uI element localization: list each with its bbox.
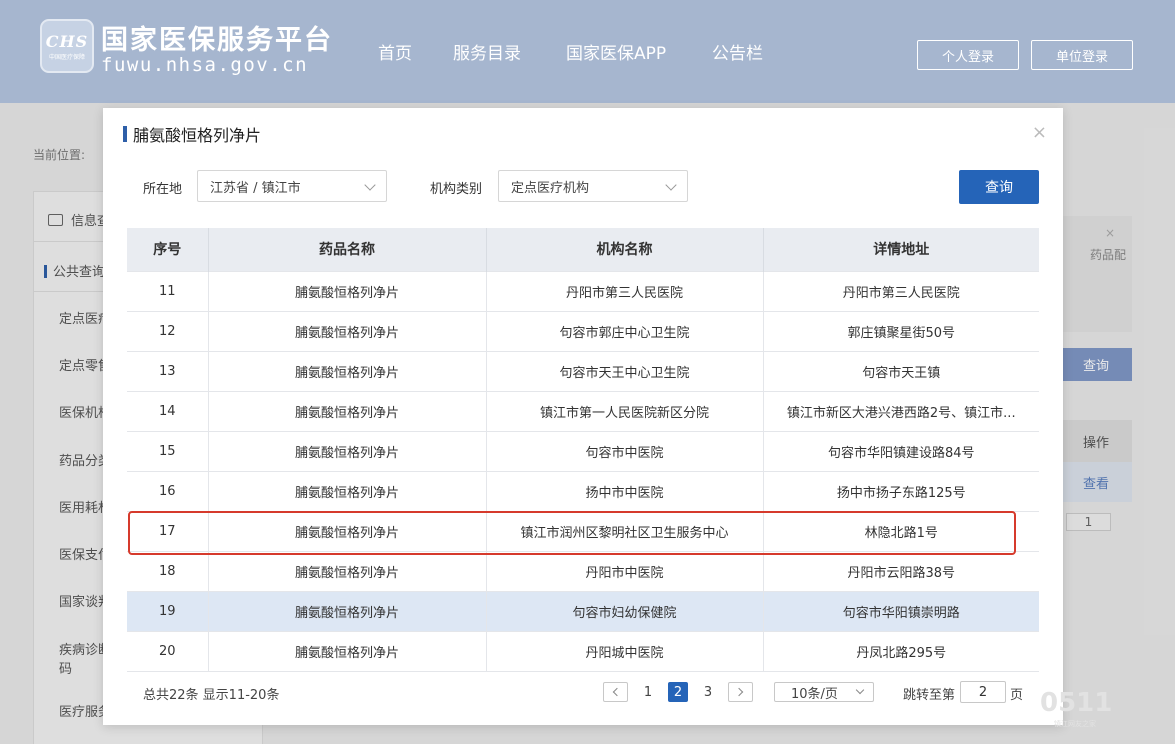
site-domain: fuwu.nhsa.gov.cn bbox=[101, 54, 309, 76]
cell-institution: 镇江市润州区黎明社区卫生服务中心 bbox=[486, 510, 764, 551]
cell-no: 15 bbox=[127, 430, 209, 471]
table-row[interactable]: 13 脯氨酸恒格列净片 句容市天王中心卫生院 句容市天王镇 bbox=[127, 350, 1039, 391]
nav-notice-board[interactable]: 公告栏 bbox=[712, 39, 763, 64]
cell-no: 12 bbox=[127, 310, 209, 351]
cell-drug: 脯氨酸恒格列净片 bbox=[208, 390, 487, 431]
nav-home[interactable]: 首页 bbox=[378, 39, 412, 64]
location-label: 所在地 bbox=[143, 182, 183, 197]
page-number-2-current[interactable]: 2 bbox=[668, 682, 688, 702]
table-row[interactable]: 15 脯氨酸恒格列净片 句容市中医院 句容市华阳镇建设路84号 bbox=[127, 430, 1039, 471]
cell-no: 19 bbox=[127, 590, 209, 631]
site-header: CHS 中国医疗保障 国家医保服务平台 fuwu.nhsa.gov.cn 首页 … bbox=[0, 0, 1175, 103]
cell-drug: 脯氨酸恒格列净片 bbox=[208, 550, 487, 591]
cell-address: 丹阳市云阳路38号 bbox=[763, 550, 1039, 591]
close-icon[interactable]: × bbox=[1032, 122, 1047, 143]
cell-institution: 扬中市中医院 bbox=[486, 470, 764, 511]
cell-institution: 句容市天王中心卫生院 bbox=[486, 350, 764, 391]
query-button[interactable]: 查询 bbox=[959, 170, 1039, 204]
cell-address: 林隐北路1号 bbox=[763, 510, 1039, 551]
table-row-highlighted[interactable]: 17 脯氨酸恒格列净片 镇江市润州区黎明社区卫生服务中心 林隐北路1号 bbox=[127, 510, 1039, 551]
watermark-sub: 镇江网友之家 bbox=[1054, 720, 1096, 728]
cell-address: 扬中市扬子东路125号 bbox=[763, 470, 1039, 511]
modal-title-text: 脯氨酸恒格列净片 bbox=[133, 126, 262, 145]
chevron-right-icon bbox=[734, 687, 744, 697]
cell-drug: 脯氨酸恒格列净片 bbox=[208, 310, 487, 351]
location-select-value: 江苏省 / 镇江市 bbox=[210, 180, 301, 196]
cell-no: 17 bbox=[127, 510, 209, 551]
cell-institution: 丹阳市中医院 bbox=[486, 550, 764, 591]
jump-to-page-input[interactable] bbox=[960, 681, 1006, 703]
cell-address: 句容市华阳镇崇明路 bbox=[763, 590, 1039, 631]
cell-address: 句容市天王镇 bbox=[763, 350, 1039, 391]
cell-institution: 句容市妇幼保健院 bbox=[486, 590, 764, 631]
table-row[interactable]: 18 脯氨酸恒格列净片 丹阳市中医院 丹阳市云阳路38号 bbox=[127, 550, 1039, 591]
next-page-button[interactable] bbox=[728, 682, 753, 702]
column-header-institution: 机构名称 bbox=[486, 228, 764, 271]
column-header-drug: 药品名称 bbox=[208, 228, 487, 271]
column-header-address: 详情地址 bbox=[763, 228, 1039, 271]
cell-institution: 句容市郭庄中心卫生院 bbox=[486, 310, 764, 351]
nav-service-catalog[interactable]: 服务目录 bbox=[453, 39, 521, 64]
page-number-1[interactable]: 1 bbox=[638, 682, 658, 702]
cell-drug: 脯氨酸恒格列净片 bbox=[208, 270, 487, 311]
modal-title: 脯氨酸恒格列净片 bbox=[123, 122, 261, 146]
pagination-total: 总共22条 显示11-20条 bbox=[143, 688, 280, 703]
cell-no: 20 bbox=[127, 630, 209, 672]
cell-address: 丹凤北路295号 bbox=[763, 630, 1039, 672]
cell-institution: 丹阳城中医院 bbox=[486, 630, 764, 672]
table-row[interactable]: 20 脯氨酸恒格列净片 丹阳城中医院 丹凤北路295号 bbox=[127, 630, 1039, 672]
chevron-down-icon bbox=[665, 179, 677, 191]
site-logo[interactable]: CHS 中国医疗保障 bbox=[40, 19, 94, 73]
cell-no: 16 bbox=[127, 470, 209, 511]
chevron-down-icon bbox=[855, 685, 865, 695]
table-row[interactable]: 16 脯氨酸恒格列净片 扬中市中医院 扬中市扬子东路125号 bbox=[127, 470, 1039, 511]
institution-table: 序号 药品名称 机构名称 详情地址 11 脯氨酸恒格列净片 丹阳市第三人民医院 … bbox=[127, 228, 1039, 672]
cell-address: 丹阳市第三人民医院 bbox=[763, 270, 1039, 311]
cell-address: 镇江市新区大港兴港西路2号、镇江市... bbox=[763, 390, 1039, 431]
table-row[interactable]: 11 脯氨酸恒格列净片 丹阳市第三人民医院 丹阳市第三人民医院 bbox=[127, 270, 1039, 311]
drug-institution-modal: 脯氨酸恒格列净片 × 所在地 江苏省 / 镇江市 机构类别 定点医疗机构 查询 … bbox=[103, 108, 1063, 725]
personal-login-button[interactable]: 个人登录 bbox=[917, 40, 1019, 70]
cell-institution: 句容市中医院 bbox=[486, 430, 764, 471]
prev-page-button[interactable] bbox=[603, 682, 628, 702]
column-header-no: 序号 bbox=[127, 228, 209, 271]
cell-address: 句容市华阳镇建设路84号 bbox=[763, 430, 1039, 471]
table-row-hovered[interactable]: 19 脯氨酸恒格列净片 句容市妇幼保健院 句容市华阳镇崇明路 bbox=[127, 590, 1039, 631]
cell-drug: 脯氨酸恒格列净片 bbox=[208, 430, 487, 471]
site-title: 国家医保服务平台 bbox=[101, 25, 333, 56]
institution-type-label: 机构类别 bbox=[430, 182, 483, 197]
location-select[interactable]: 江苏省 / 镇江市 bbox=[197, 170, 387, 202]
page-number-3[interactable]: 3 bbox=[698, 682, 718, 702]
cell-address: 郭庄镇聚星街50号 bbox=[763, 310, 1039, 351]
title-accent-bar bbox=[123, 126, 127, 142]
table-row[interactable]: 14 脯氨酸恒格列净片 镇江市第一人民医院新区分院 镇江市新区大港兴港西路2号、… bbox=[127, 390, 1039, 431]
chevron-left-icon bbox=[612, 687, 622, 697]
cell-institution: 镇江市第一人民医院新区分院 bbox=[486, 390, 764, 431]
cell-no: 18 bbox=[127, 550, 209, 591]
page-size-select[interactable]: 10条/页 bbox=[774, 682, 874, 702]
logo-subtext: 中国医疗保障 bbox=[48, 53, 85, 61]
chevron-down-icon bbox=[364, 179, 376, 191]
cell-drug: 脯氨酸恒格列净片 bbox=[208, 630, 487, 672]
cell-drug: 脯氨酸恒格列净片 bbox=[208, 350, 487, 391]
institution-type-value: 定点医疗机构 bbox=[511, 180, 590, 196]
jump-to-unit: 页 bbox=[1010, 688, 1024, 703]
cell-no: 14 bbox=[127, 390, 209, 431]
page-size-value: 10条/页 bbox=[791, 686, 838, 702]
table-header-row: 序号 药品名称 机构名称 详情地址 bbox=[127, 228, 1039, 271]
cell-institution: 丹阳市第三人民医院 bbox=[486, 270, 764, 311]
unit-login-button[interactable]: 单位登录 bbox=[1031, 40, 1133, 70]
jump-to-label: 跳转至第 bbox=[903, 688, 956, 703]
site-watermark: 0511 镇江网友之家 bbox=[1040, 688, 1113, 728]
watermark-main: 0511 bbox=[1040, 688, 1113, 718]
cell-no: 11 bbox=[127, 270, 209, 311]
cell-no: 13 bbox=[127, 350, 209, 391]
table-row[interactable]: 12 脯氨酸恒格列净片 句容市郭庄中心卫生院 郭庄镇聚星街50号 bbox=[127, 310, 1039, 351]
institution-type-select[interactable]: 定点医疗机构 bbox=[498, 170, 688, 202]
logo-text: CHS bbox=[45, 31, 89, 51]
cell-drug: 脯氨酸恒格列净片 bbox=[208, 470, 487, 511]
cell-drug: 脯氨酸恒格列净片 bbox=[208, 590, 487, 631]
cell-drug: 脯氨酸恒格列净片 bbox=[208, 510, 487, 551]
nav-app[interactable]: 国家医保APP bbox=[566, 39, 666, 64]
